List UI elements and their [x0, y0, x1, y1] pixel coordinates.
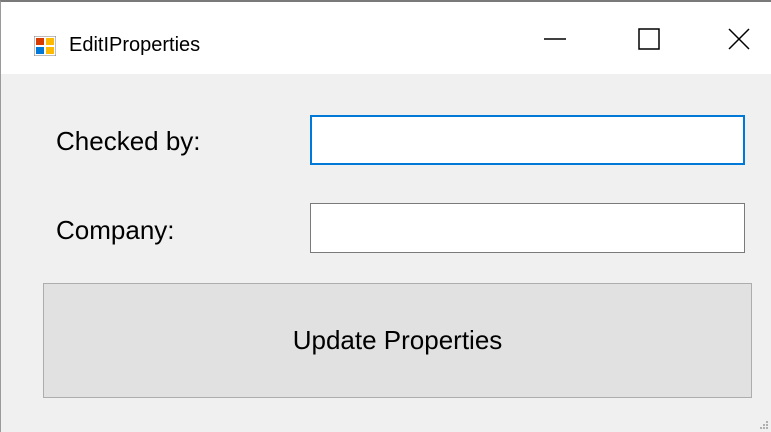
- window-title: EditIProperties: [69, 34, 201, 56]
- edit-properties-window: EditIProperties Checked by: Company: Upd…: [0, 0, 771, 432]
- minimize-button[interactable]: [525, 16, 585, 62]
- maximize-button[interactable]: [619, 16, 679, 62]
- close-button[interactable]: [709, 16, 769, 62]
- company-input[interactable]: [310, 203, 745, 253]
- maximize-icon: [638, 28, 660, 50]
- minimize-icon: [544, 38, 566, 40]
- title-bar[interactable]: EditIProperties: [1, 2, 771, 74]
- checked-by-label: Checked by:: [56, 126, 201, 156]
- checked-by-input[interactable]: [310, 115, 745, 165]
- close-icon: [728, 28, 750, 50]
- resize-grip-icon[interactable]: [759, 420, 769, 430]
- company-label: Company:: [56, 215, 175, 245]
- update-properties-button[interactable]: Update Properties: [43, 283, 752, 398]
- form-app-icon: [34, 36, 56, 56]
